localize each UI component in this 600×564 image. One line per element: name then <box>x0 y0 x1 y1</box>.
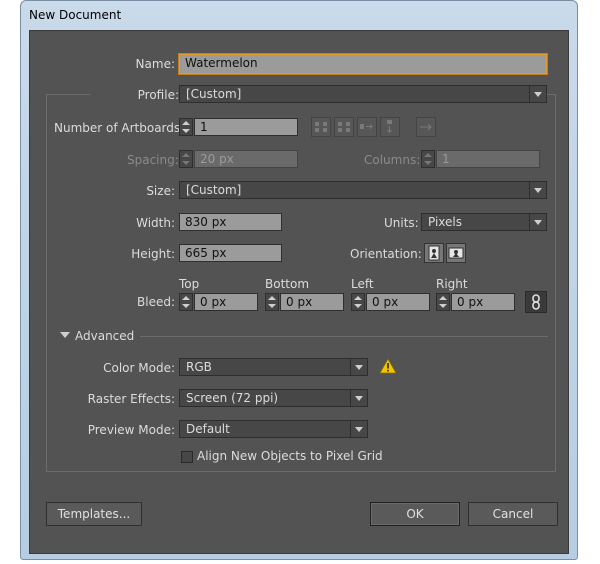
grid-by-column-icon[interactable] <box>334 117 354 137</box>
profile-label: Profile: <box>90 88 179 102</box>
spacing-input[interactable]: 20 px <box>194 150 298 168</box>
name-label: Name: <box>135 57 175 71</box>
color-mode-label: Color Mode: <box>103 361 175 375</box>
raster-effects-value: Screen (72 ppi) <box>186 391 279 405</box>
arrange-by-row-icon[interactable] <box>357 117 377 137</box>
bleed-left-input[interactable]: 0 px <box>366 293 430 311</box>
chevron-down-icon <box>529 214 546 230</box>
size-value: [Custom] <box>186 183 242 197</box>
chevron-down-icon <box>350 421 367 437</box>
bleed-left-stepper[interactable] <box>351 293 365 311</box>
chevron-down-icon <box>529 86 546 102</box>
advanced-label[interactable]: Advanced <box>75 329 134 343</box>
bleed-top-label: Top <box>179 277 200 291</box>
cancel-button[interactable]: Cancel <box>468 502 558 526</box>
profile-dropdown[interactable]: [Custom] <box>179 85 547 103</box>
preview-mode-label: Preview Mode: <box>87 423 175 437</box>
link-icon[interactable] <box>525 291 547 313</box>
align-pixel-grid-label[interactable]: Align New Objects to Pixel Grid <box>197 449 383 463</box>
bleed-left-label: Left <box>351 277 374 291</box>
width-label: Width: <box>136 216 175 230</box>
bleed-bottom-stepper[interactable] <box>265 293 279 311</box>
advanced-toggle-icon[interactable] <box>60 332 70 338</box>
warning-icon <box>379 358 397 374</box>
columns-input[interactable]: 1 <box>436 150 540 168</box>
raster-effects-dropdown[interactable]: Screen (72 ppi) <box>179 389 368 407</box>
artboards-stepper[interactable] <box>179 118 193 136</box>
right-to-left-layout-icon[interactable] <box>416 117 436 137</box>
bleed-right-input[interactable]: 0 px <box>451 293 515 311</box>
bleed-top-stepper[interactable] <box>179 293 193 311</box>
align-pixel-grid-checkbox[interactable] <box>181 451 193 463</box>
units-dropdown[interactable]: Pixels <box>421 213 547 231</box>
grid-by-row-icon[interactable] <box>311 117 331 137</box>
ok-button[interactable]: OK <box>370 502 460 526</box>
width-input[interactable]: 830 px <box>179 213 282 231</box>
chevron-down-icon <box>350 359 367 375</box>
height-label: Height: <box>131 247 175 261</box>
artboards-input[interactable]: 1 <box>194 118 298 136</box>
height-input[interactable]: 665 px <box>179 244 282 262</box>
bleed-right-label: Right <box>436 277 468 291</box>
preview-mode-value: Default <box>186 422 230 436</box>
landscape-orientation-icon[interactable] <box>446 243 466 263</box>
artboards-label: Number of Artboards: <box>54 121 185 135</box>
bleed-label: Bleed: <box>137 295 175 309</box>
raster-effects-label: Raster Effects: <box>87 392 175 406</box>
bleed-right-stepper[interactable] <box>436 293 450 311</box>
portrait-orientation-icon[interactable] <box>424 243 444 263</box>
orientation-label: Orientation: <box>350 247 422 261</box>
preview-mode-dropdown[interactable]: Default <box>179 420 368 438</box>
name-input[interactable]: Watermelon <box>179 54 547 74</box>
size-label: Size: <box>146 184 175 198</box>
window-frame: New Document Name: Watermelon Profile: [… <box>20 0 578 560</box>
profile-value: [Custom] <box>186 87 242 101</box>
spacing-label: Spacing: <box>127 153 179 167</box>
arrange-by-column-icon[interactable] <box>380 117 400 137</box>
bleed-bottom-label: Bottom <box>265 277 310 291</box>
chevron-down-icon <box>350 390 367 406</box>
units-value: Pixels <box>428 215 463 229</box>
color-mode-dropdown[interactable]: RGB <box>179 358 368 376</box>
templates-button[interactable]: Templates... <box>46 502 142 526</box>
size-dropdown[interactable]: [Custom] <box>179 181 547 199</box>
spacing-stepper[interactable] <box>179 150 193 168</box>
color-mode-value: RGB <box>186 360 212 374</box>
chevron-down-icon <box>529 182 546 198</box>
columns-label: Columns: <box>364 153 421 167</box>
units-label: Units: <box>384 216 419 230</box>
advanced-divider <box>140 336 548 337</box>
bleed-bottom-input[interactable]: 0 px <box>280 293 344 311</box>
columns-stepper[interactable] <box>421 150 435 168</box>
window-title: New Document <box>29 8 122 22</box>
new-document-dialog: Name: Watermelon Profile: [Custom] Numbe… <box>29 30 569 554</box>
bleed-top-input[interactable]: 0 px <box>194 293 258 311</box>
